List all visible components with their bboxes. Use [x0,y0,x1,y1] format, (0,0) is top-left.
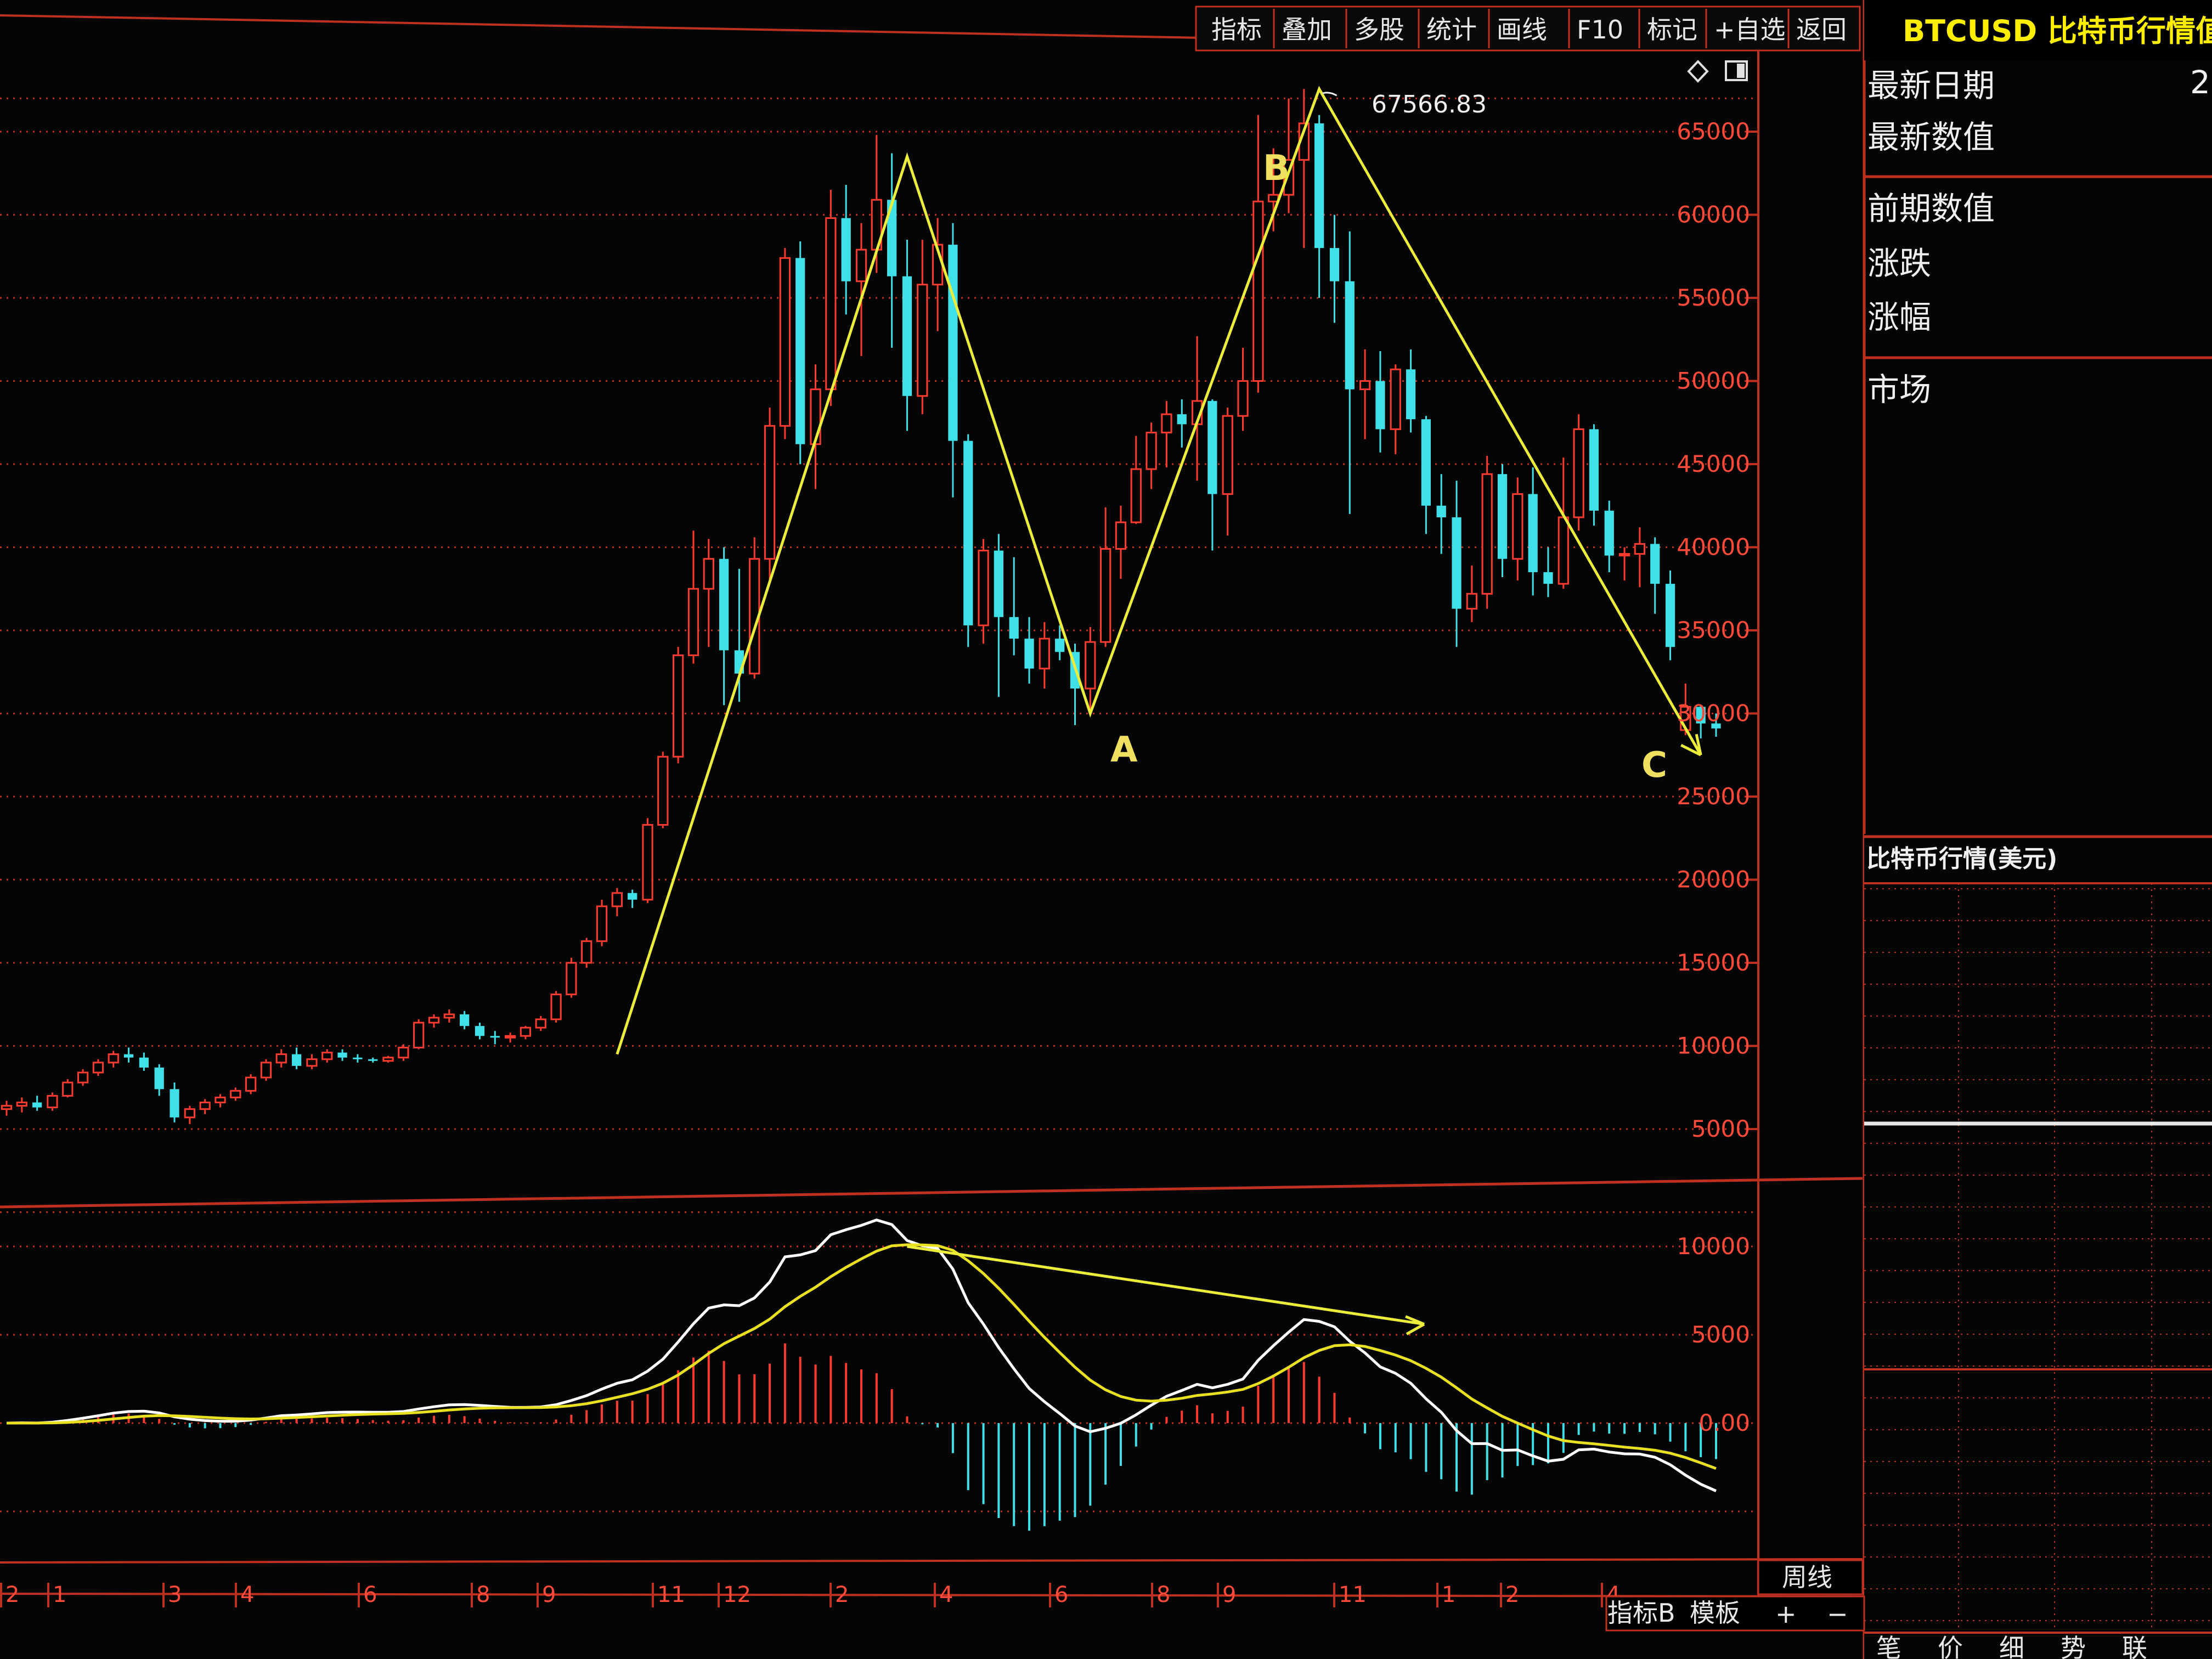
candle [657,752,669,828]
toolbar-button-3[interactable]: 统计 [1426,15,1477,44]
y-tick-label: 65000 [1677,118,1750,145]
candle [1589,424,1599,526]
month-label: 1 [1442,1582,1455,1607]
market-label: 市场 [1867,371,1931,408]
panel-tab-1[interactable]: 价 [1938,1633,1963,1659]
candle [566,957,577,998]
month-label: 1 [53,1582,66,1607]
month-label: 12 [723,1582,751,1607]
period-label[interactable]: 周线 [1782,1562,1832,1592]
month-label: 3 [168,1582,182,1607]
macd-tick-label: 0.00 [1699,1409,1750,1436]
point-a-label: A [1110,730,1138,770]
y-tick-label: 40000 [1677,534,1750,561]
month-label: 2 [5,1582,19,1607]
toolbar-button-2[interactable]: 多股 [1354,15,1404,44]
candle [1665,570,1675,661]
latest-date-label: 最新日期 [1867,67,1995,104]
month-label: 6 [363,1582,377,1607]
month-label: 4 [240,1582,254,1607]
panel-tab-0[interactable]: 笔 [1876,1633,1901,1659]
panel-subtitle: 比特币行情(美元) [1866,845,2057,873]
month-label: 11 [657,1582,685,1607]
toolbar-button-0[interactable]: 指标 [1211,15,1262,44]
candle [581,938,592,968]
candle [642,818,653,903]
y-tick-label: 10000 [1677,1032,1750,1059]
candle [62,1079,74,1098]
y-tick-label: 45000 [1677,450,1750,477]
candle [596,899,608,946]
month-label: 4 [939,1582,953,1607]
chart-area: 5000100001500020000250003000035000400004… [0,0,2212,1659]
candle [749,537,760,679]
candle [1573,414,1584,531]
candle [245,1074,257,1094]
toolbar-button-7[interactable]: +自选 [1714,15,1786,44]
toolbar: 指标 叠加 多股 统计 画线 F10 标记 +自选 返回 [1195,5,1861,52]
candle [260,1059,272,1081]
macd-tick-label: 10000 [1677,1233,1750,1260]
month-label: 11 [1339,1582,1367,1607]
y-tick-label: 50000 [1677,368,1750,394]
toolbar-button-8[interactable]: 返回 [1796,15,1847,44]
candle [764,407,776,581]
y-tick-label: 20000 [1677,866,1750,893]
zoom-out-button[interactable]: − [1827,1599,1848,1629]
point-b-label: B [1263,148,1290,189]
candle [382,1056,394,1063]
candle [779,248,791,439]
candle [963,434,973,647]
month-label: 2 [835,1582,849,1607]
candle [1481,455,1493,609]
month-label: 8 [476,1582,490,1607]
change-label: 涨跌 [1867,245,1931,282]
y-tick-label: 30000 [1677,700,1750,727]
month-label: 6 [1054,1582,1068,1607]
prev-value-label: 前期数值 [1867,190,1995,227]
point-c-label: C [1641,745,1667,786]
indicator-b-button[interactable]: 指标B [1607,1598,1675,1628]
latest-date-value: 2 [2190,64,2210,101]
toolbar-button-4[interactable]: 画线 [1497,15,1547,44]
template-button[interactable]: 模板 [1690,1598,1740,1628]
zoom-in-button[interactable]: + [1775,1599,1797,1629]
latest-value-label: 最新数值 [1867,119,1995,156]
y-tick-label: 15000 [1677,949,1750,976]
candle [795,241,805,464]
macd-tick-label: 5000 [1691,1321,1750,1348]
candle [413,1019,425,1049]
panel-title: BTCUSD 比特币行情值 [1903,14,2212,48]
y-tick-label: 5000 [1691,1115,1750,1142]
y-tick-label: 35000 [1677,617,1750,644]
month-label: 9 [542,1582,556,1607]
toolbar-button-6[interactable]: 标记 [1647,15,1697,44]
side-panel: BTCUSD 比特币行情值 最新日期 2 最新数值 前期数值 涨跌 涨幅 市场 … [1863,0,2212,1659]
candle [550,991,562,1023]
peak-value-label: 67566.83 [1372,91,1487,119]
y-tick-label: 25000 [1677,783,1750,810]
month-label: 8 [1156,1582,1170,1607]
panel-tab-2[interactable]: 细 [1999,1633,2024,1659]
y-tick-label: 55000 [1677,284,1750,311]
change-pct-label: 涨幅 [1867,298,1931,336]
candle [47,1092,58,1111]
y-tick-label: 60000 [1677,201,1750,228]
panel-tab-4[interactable]: 联 [2122,1633,2147,1659]
month-label: 2 [1505,1582,1519,1607]
toolbar-button-1[interactable]: 叠加 [1282,15,1332,44]
candle [825,190,837,406]
month-label: 9 [1222,1582,1236,1607]
toolbar-button-5[interactable]: F10 [1577,15,1623,44]
panel-tab-3[interactable]: 势 [2061,1633,2086,1659]
candle [673,647,684,764]
